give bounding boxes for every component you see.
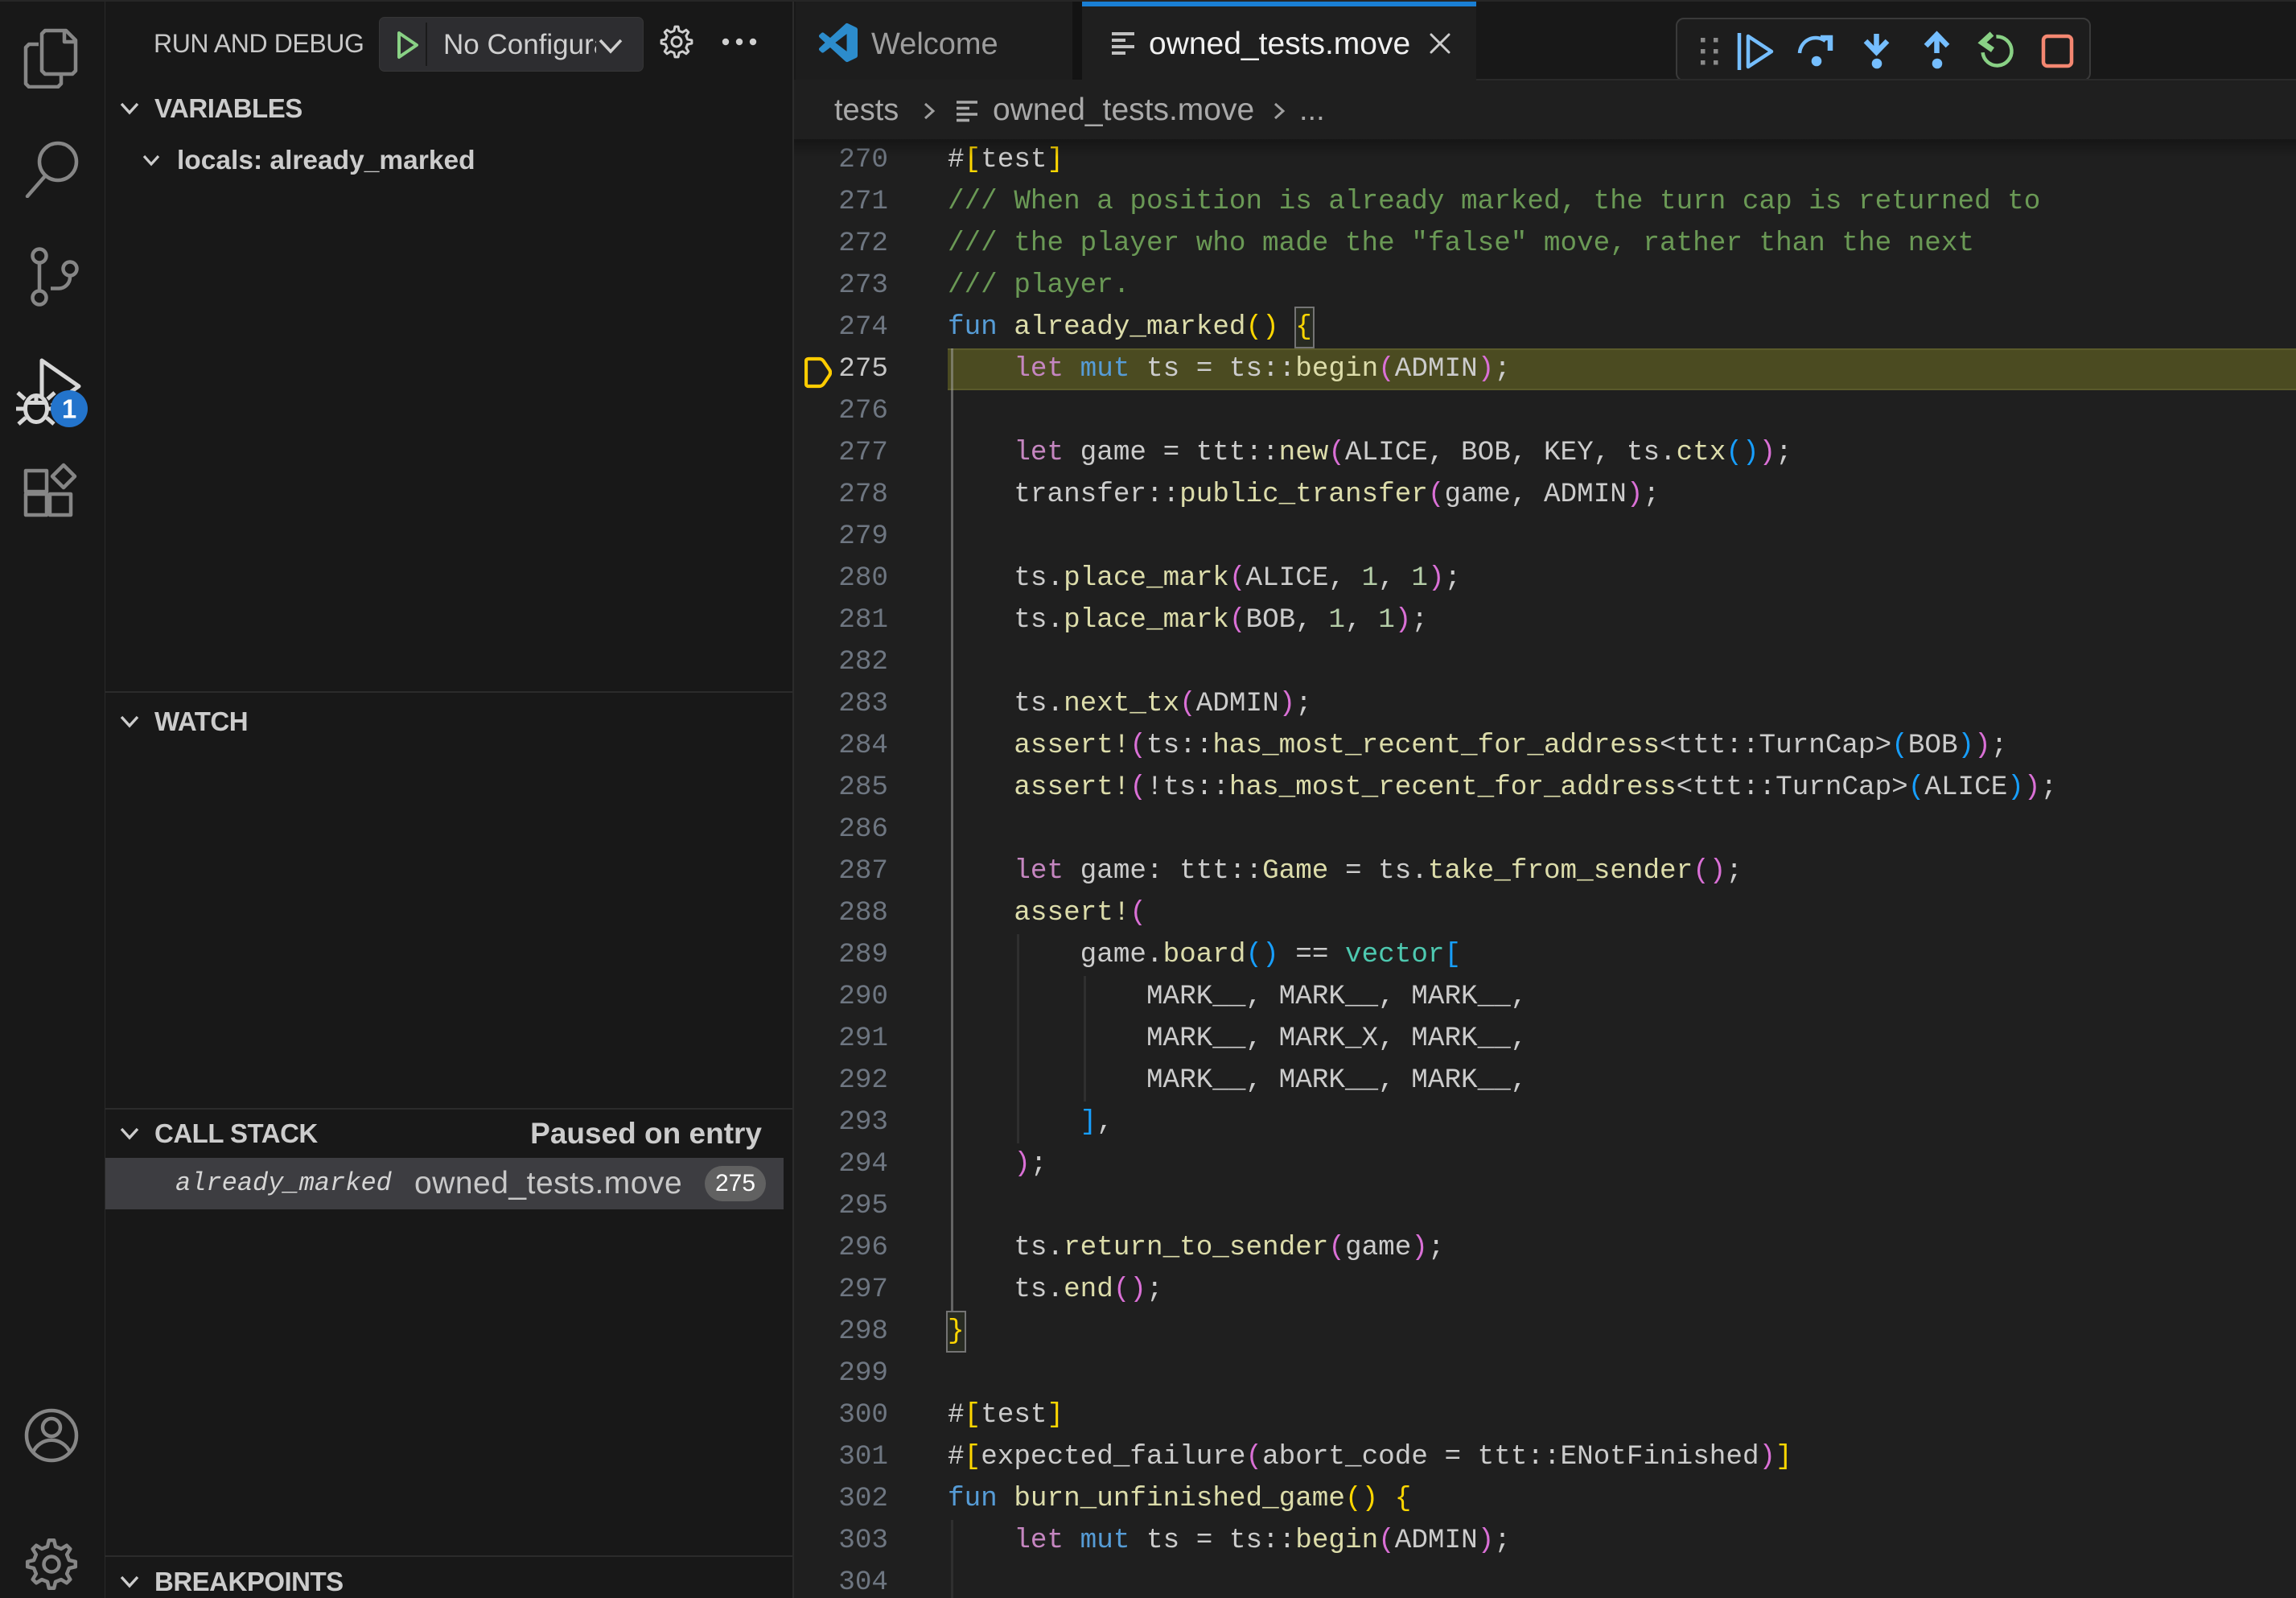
svg-text:1: 1 [62, 394, 76, 424]
